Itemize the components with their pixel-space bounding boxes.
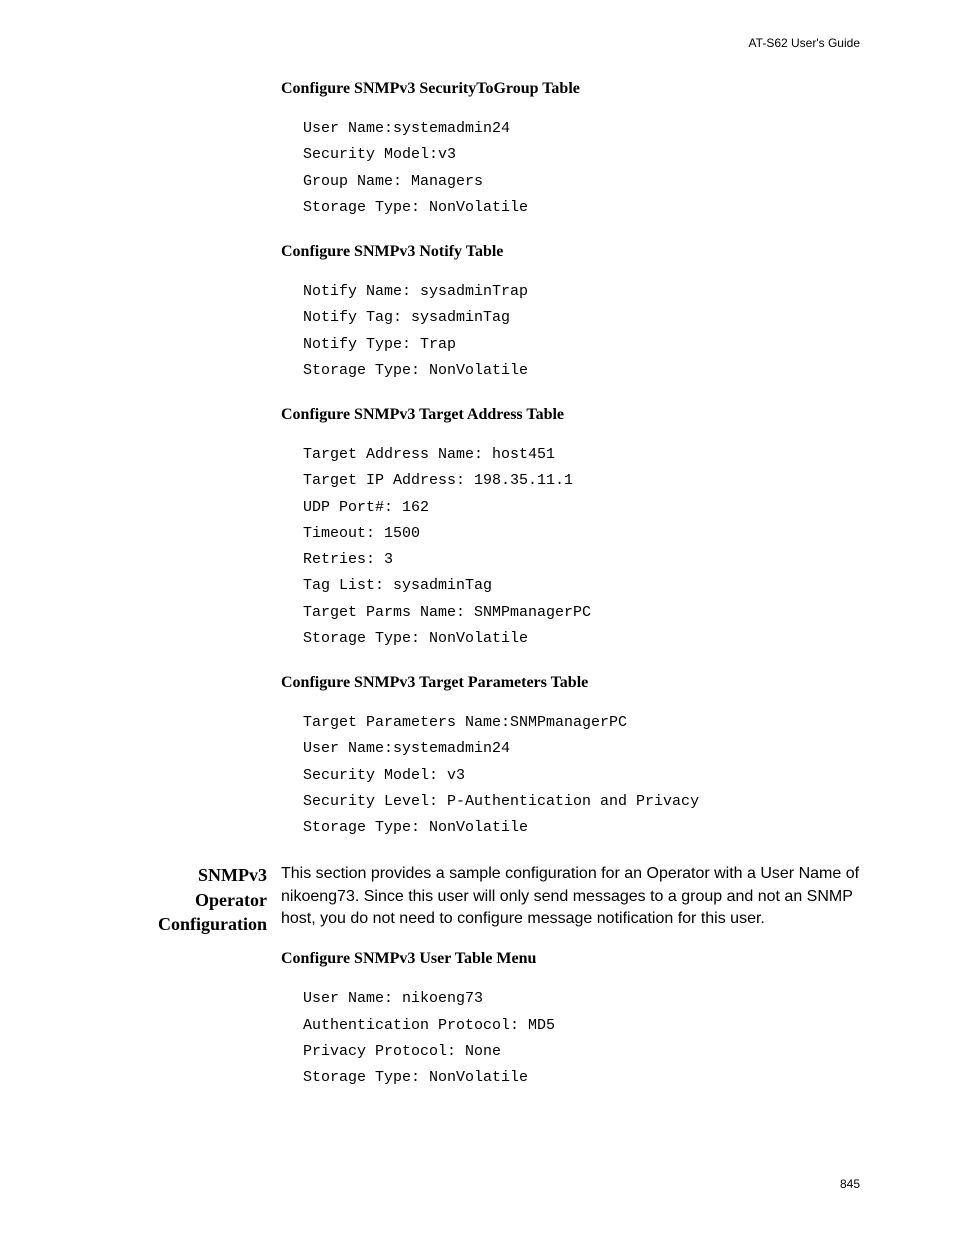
- block-user-table-menu: User Name: nikoeng73 Authentication Prot…: [303, 986, 861, 1091]
- block-target-address: Target Address Name: host451 Target IP A…: [303, 442, 861, 652]
- operator-body-text: This section provides a sample configura…: [281, 863, 861, 930]
- heading-target-address: Configure SNMPv3 Target Address Table: [281, 406, 861, 424]
- heading-target-parameters: Configure SNMPv3 Target Parameters Table: [281, 674, 861, 692]
- page-number: 845: [840, 1177, 860, 1191]
- page-header: AT-S62 User's Guide: [749, 36, 860, 50]
- operator-section: SNMPv3 Operator Configuration This secti…: [131, 863, 861, 930]
- block-target-parameters: Target Parameters Name:SNMPmanagerPC Use…: [303, 710, 861, 841]
- block-security-to-group: User Name:systemadmin24 Security Model:v…: [303, 116, 861, 221]
- block-notify-table: Notify Name: sysadminTrap Notify Tag: sy…: [303, 279, 861, 384]
- page-content: Configure SNMPv3 SecurityToGroup Table U…: [131, 80, 861, 1113]
- side-heading-operator: SNMPv3 Operator Configuration: [122, 863, 267, 936]
- heading-notify-table: Configure SNMPv3 Notify Table: [281, 243, 861, 261]
- heading-user-table-menu: Configure SNMPv3 User Table Menu: [281, 950, 861, 968]
- heading-security-to-group: Configure SNMPv3 SecurityToGroup Table: [281, 80, 861, 98]
